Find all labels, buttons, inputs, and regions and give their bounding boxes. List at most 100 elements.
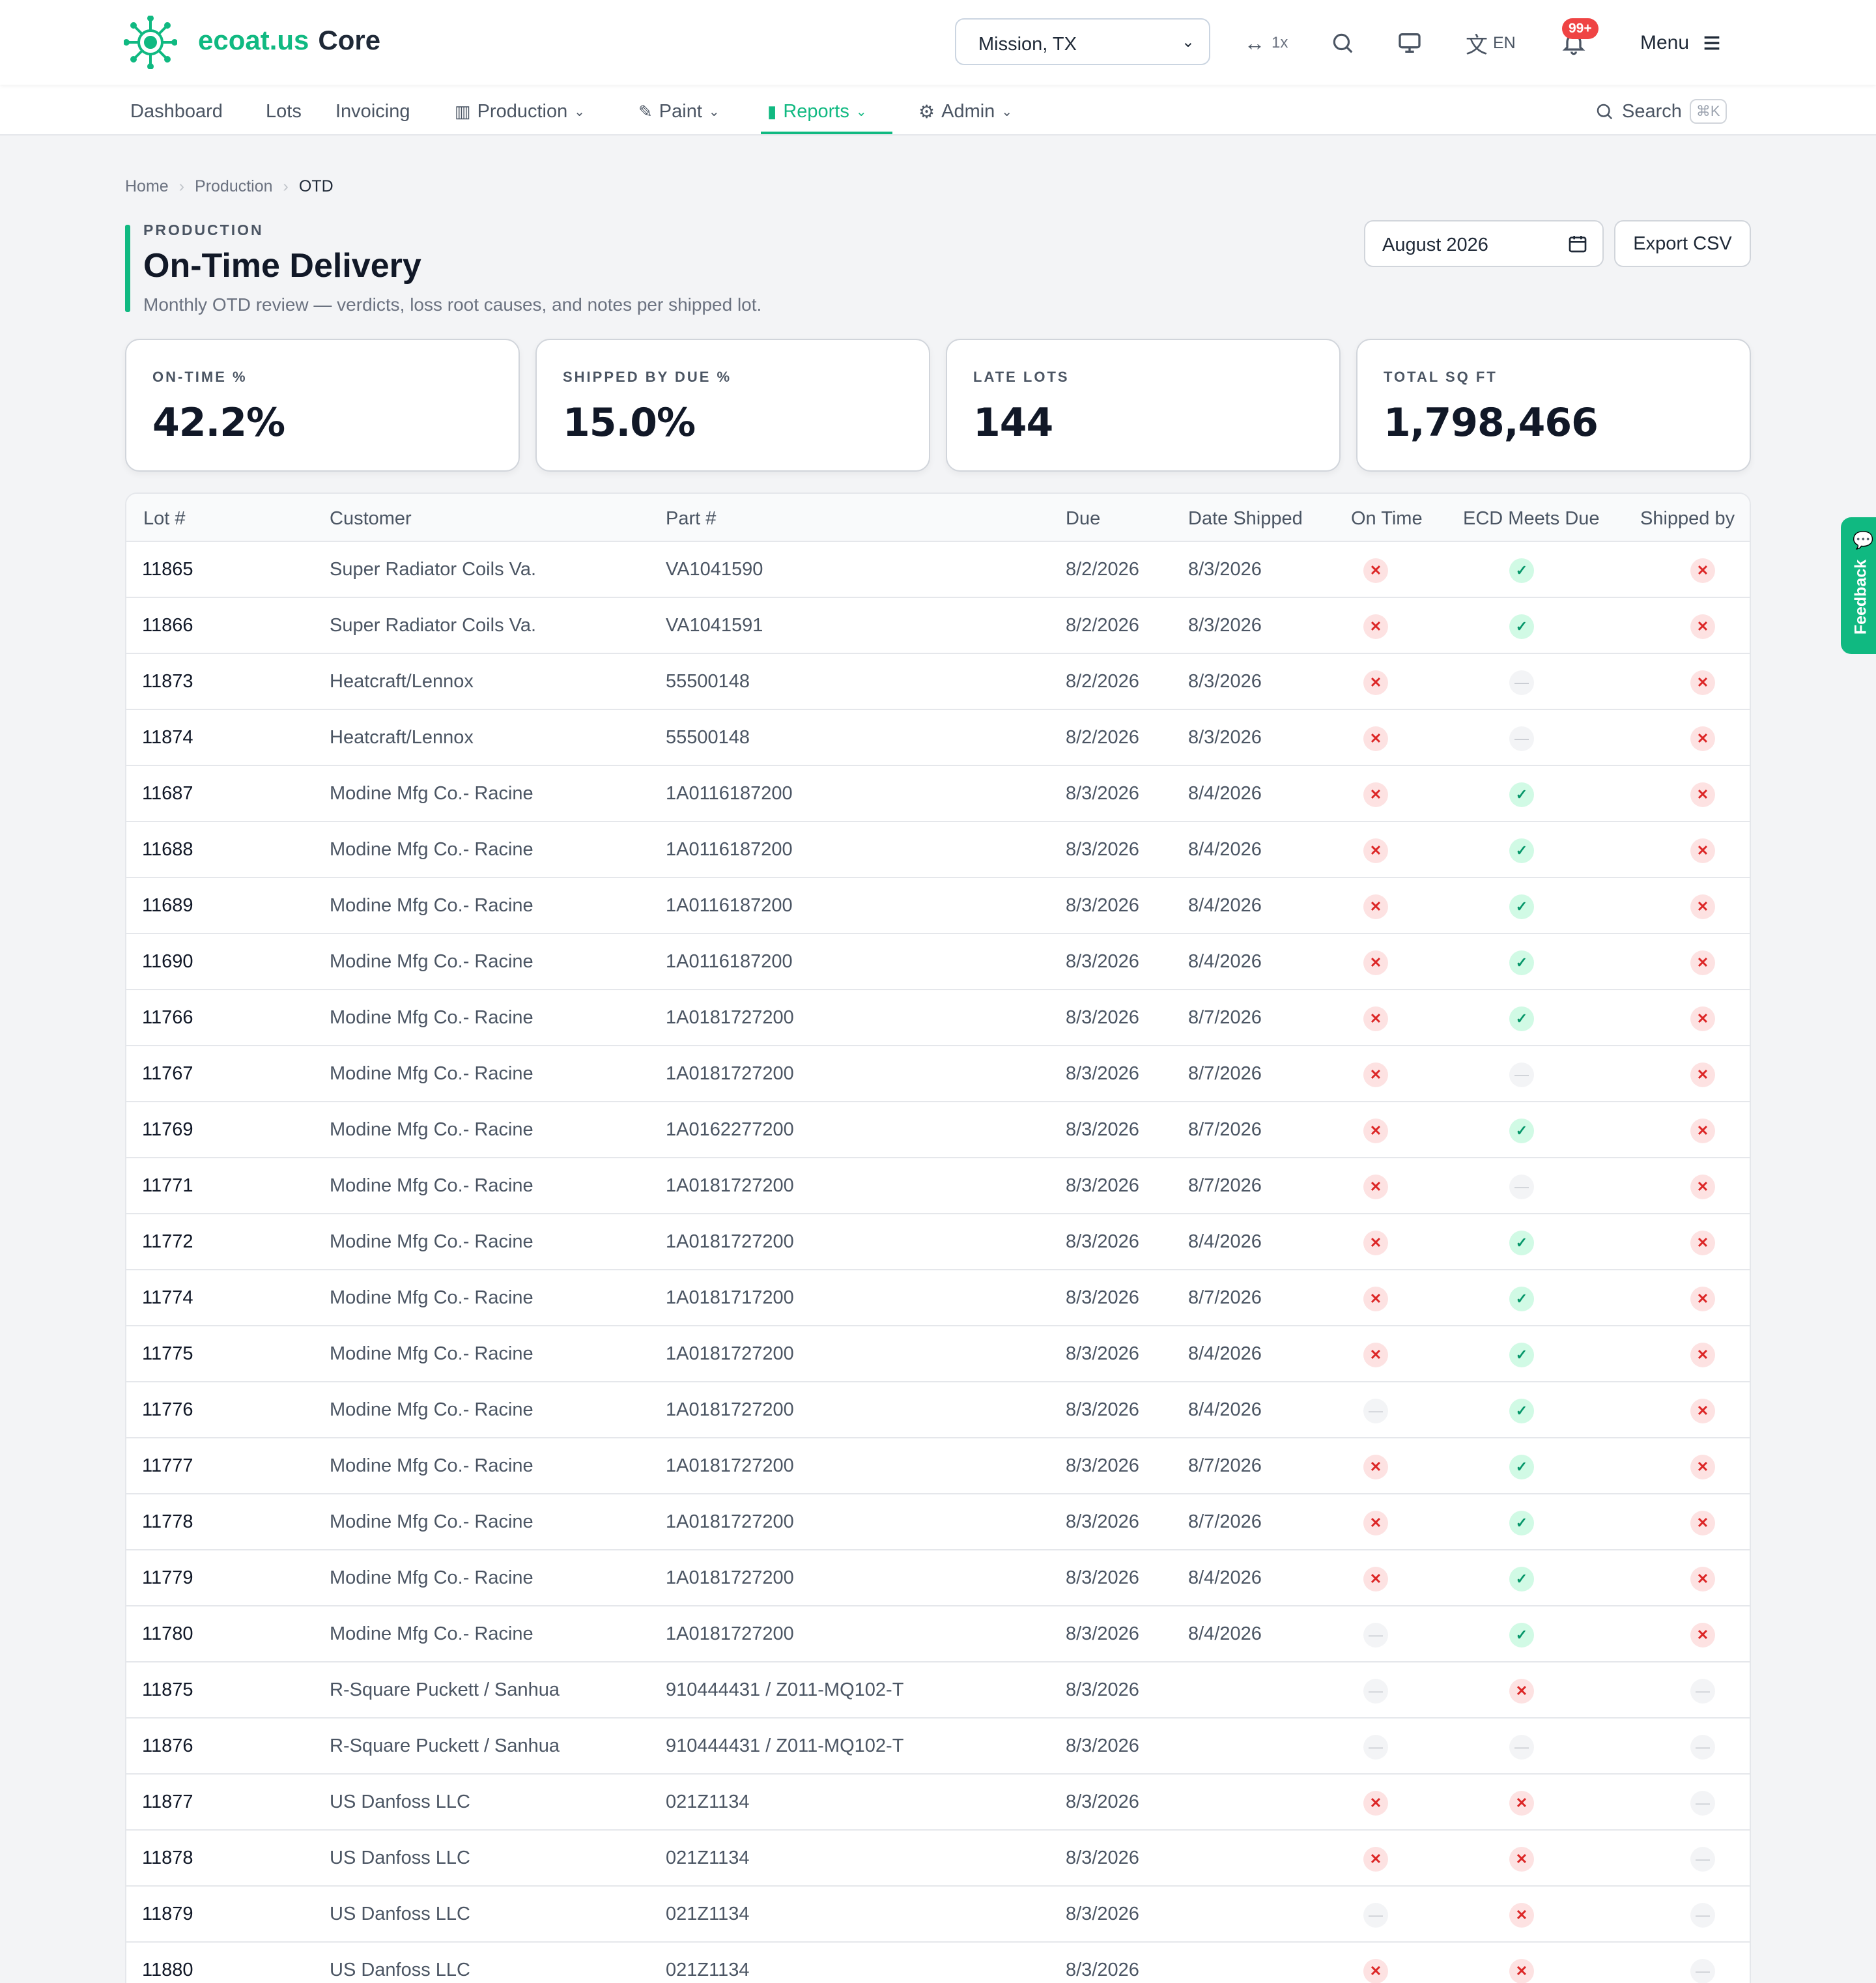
table-row[interactable]: 11865 Super Radiator Coils Va. VA1041590 8/… xyxy=(126,542,1750,598)
column-header-ecd-meets-due[interactable]: ECD Meets Due xyxy=(1463,508,1600,530)
column-header-part[interactable]: Part # xyxy=(666,508,716,530)
table-row[interactable]: 11778 Modine Mfg Co.- Racine 1A0181727200 8… xyxy=(126,1494,1750,1550)
column-header-lot[interactable]: Lot # xyxy=(143,508,186,530)
check-mark-icon: ✓ xyxy=(1509,1623,1534,1648)
nav-item-production[interactable]: ▥ Production ⌄ xyxy=(455,91,585,132)
feedback-tab[interactable]: 💬 Feedback xyxy=(1841,517,1876,654)
otd-table: Lot # Customer Part # Due Date Shipped O… xyxy=(125,492,1751,1983)
nav-item-dashboard[interactable]: Dashboard xyxy=(130,91,223,132)
dash-icon: — xyxy=(1690,1735,1715,1760)
table-row[interactable]: 11780 Modine Mfg Co.- Racine 1A0181727200 8… xyxy=(126,1606,1750,1662)
month-picker[interactable]: August 2026 xyxy=(1364,220,1604,267)
table-row[interactable]: 11777 Modine Mfg Co.- Racine 1A0181727200 8… xyxy=(126,1438,1750,1494)
lot-cell: 11877 xyxy=(142,1791,193,1812)
dash-icon: — xyxy=(1509,1063,1534,1087)
table-row[interactable]: 11873 Heatcraft/Lennox 55500148 8/2/2026 8/3… xyxy=(126,654,1750,710)
x-mark-icon: ✕ xyxy=(1690,1006,1715,1031)
menu-button[interactable]: Menu xyxy=(1640,25,1723,61)
table-row[interactable]: 11775 Modine Mfg Co.- Racine 1A0181727200 8… xyxy=(126,1326,1750,1382)
shipped-cell: 8/4/2026 xyxy=(1188,951,1262,972)
active-tab-indicator xyxy=(761,132,892,134)
nav-item-reports[interactable]: ▮ Reports ⌄ xyxy=(767,91,867,132)
table-row[interactable]: 11878 US Danfoss LLC 021Z1134 8/3/2026 ✕ ✕ — xyxy=(126,1831,1750,1887)
nav-search-label: Search xyxy=(1622,100,1682,122)
customer-cell: Modine Mfg Co.- Racine xyxy=(330,1231,533,1252)
lot-cell: 11878 xyxy=(142,1847,193,1868)
search-icon-button[interactable] xyxy=(1330,25,1355,61)
table-row[interactable]: 11767 Modine Mfg Co.- Racine 1A0181727200 8… xyxy=(126,1046,1750,1102)
table-row[interactable]: 11766 Modine Mfg Co.- Racine 1A0181727200 8… xyxy=(126,990,1750,1046)
table-row[interactable]: 11879 US Danfoss LLC 021Z1134 8/3/2026 — ✕ — xyxy=(126,1887,1750,1943)
table-row[interactable]: 11688 Modine Mfg Co.- Racine 1A0116187200 8… xyxy=(126,822,1750,878)
column-header-due[interactable]: Due xyxy=(1066,508,1100,530)
check-mark-icon: ✓ xyxy=(1509,614,1534,639)
month-value: August 2026 xyxy=(1382,235,1488,255)
lot-cell: 11774 xyxy=(142,1287,193,1308)
lot-cell: 11690 xyxy=(142,951,193,972)
x-mark-icon: ✕ xyxy=(1363,726,1388,751)
shipped-cell: 8/7/2026 xyxy=(1188,1455,1262,1476)
table-row[interactable]: 11772 Modine Mfg Co.- Racine 1A0181727200 8… xyxy=(126,1214,1750,1270)
nav-item-admin[interactable]: ⚙ Admin ⌄ xyxy=(918,91,1012,132)
table-row[interactable]: 11776 Modine Mfg Co.- Racine 1A0181727200 8… xyxy=(126,1382,1750,1438)
location-select[interactable]: Mission, TX ⌄ xyxy=(955,18,1210,65)
virus-gear-logo-icon[interactable] xyxy=(124,16,177,69)
chevron-down-icon: ⌄ xyxy=(1001,104,1013,119)
chevron-right-icon: › xyxy=(283,177,289,195)
export-csv-button[interactable]: Export CSV xyxy=(1614,220,1751,267)
table-row[interactable]: 11687 Modine Mfg Co.- Racine 1A0116187200 8… xyxy=(126,766,1750,822)
table-row[interactable]: 11875 R-Square Puckett / Sanhua 910444431 … xyxy=(126,1662,1750,1719)
nav-item-paint[interactable]: ✎ Paint ⌄ xyxy=(638,91,720,132)
part-cell: 1A0181727200 xyxy=(666,1511,794,1532)
dash-icon: — xyxy=(1509,1175,1534,1199)
shipped-cell: 8/7/2026 xyxy=(1188,1007,1262,1028)
due-cell: 8/3/2026 xyxy=(1066,1287,1139,1308)
brand-name[interactable]: ecoat.us Core xyxy=(198,25,380,56)
table-row[interactable]: 11876 R-Square Puckett / Sanhua 910444431 … xyxy=(126,1719,1750,1775)
column-header-shipped-by[interactable]: Shipped by xyxy=(1640,508,1735,530)
lot-cell: 11766 xyxy=(142,1007,193,1028)
table-row[interactable]: 11866 Super Radiator Coils Va. VA1041591 8/… xyxy=(126,598,1750,654)
x-mark-icon: ✕ xyxy=(1690,1063,1715,1087)
stat-label: SHIPPED BY DUE % xyxy=(563,369,732,385)
table-row[interactable]: 11769 Modine Mfg Co.- Racine 1A0162277200 8… xyxy=(126,1102,1750,1158)
table-row[interactable]: 11880 US Danfoss LLC 021Z1134 8/3/2026 ✕ ✕ — xyxy=(126,1943,1750,1983)
table-row[interactable]: 11874 Heatcraft/Lennox 55500148 8/2/2026 8/3… xyxy=(126,710,1750,766)
x-mark-icon: ✕ xyxy=(1363,1567,1388,1591)
dash-icon: — xyxy=(1509,1735,1534,1760)
chevron-down-icon: ⌄ xyxy=(574,104,585,119)
display-toggle[interactable] xyxy=(1397,25,1423,61)
table-row[interactable]: 11877 US Danfoss LLC 021Z1134 8/3/2026 ✕ ✕ — xyxy=(126,1775,1750,1831)
table-row[interactable]: 11689 Modine Mfg Co.- Racine 1A0116187200 8… xyxy=(126,878,1750,934)
x-mark-icon: ✕ xyxy=(1363,1791,1388,1816)
breadcrumb-home[interactable]: Home xyxy=(125,177,169,196)
lot-cell: 11865 xyxy=(142,559,193,580)
lot-cell: 11771 xyxy=(142,1175,193,1196)
table-row[interactable]: 11771 Modine Mfg Co.- Racine 1A0181727200 8… xyxy=(126,1158,1750,1214)
x-mark-icon: ✕ xyxy=(1363,1511,1388,1535)
due-cell: 8/3/2026 xyxy=(1066,1567,1139,1588)
column-header-customer[interactable]: Customer xyxy=(330,508,412,530)
zoom-toggle[interactable]: ↔ 1x xyxy=(1244,25,1288,61)
shipped-cell: 8/4/2026 xyxy=(1188,1343,1262,1364)
main-nav: Dashboard Lots Invoicing ▥ Production ⌄ … xyxy=(0,85,1876,136)
shipped-cell: 8/4/2026 xyxy=(1188,1399,1262,1420)
breadcrumb-production[interactable]: Production xyxy=(195,177,273,196)
x-mark-icon: ✕ xyxy=(1509,1847,1534,1872)
stat-value: 42.2% xyxy=(152,400,285,446)
shipped-cell: 8/4/2026 xyxy=(1188,1231,1262,1252)
brand-rest: Core xyxy=(318,25,381,55)
nav-item-invoicing[interactable]: Invoicing xyxy=(335,91,410,132)
x-mark-icon: ✕ xyxy=(1363,1343,1388,1367)
table-row[interactable]: 11779 Modine Mfg Co.- Racine 1A0181727200 8… xyxy=(126,1550,1750,1606)
table-row[interactable]: 11690 Modine Mfg Co.- Racine 1A0116187200 8… xyxy=(126,934,1750,990)
language-switcher[interactable]: 文 EN xyxy=(1466,25,1516,61)
table-row[interactable]: 11774 Modine Mfg Co.- Racine 1A0181717200 8… xyxy=(126,1270,1750,1326)
column-header-date-shipped[interactable]: Date Shipped xyxy=(1188,508,1303,530)
x-mark-icon: ✕ xyxy=(1690,614,1715,639)
nav-search-button[interactable]: Search ⌘K xyxy=(1595,91,1727,132)
column-header-on-time[interactable]: On Time xyxy=(1351,508,1423,530)
nav-item-lots[interactable]: Lots xyxy=(266,91,302,132)
page-eyebrow: PRODUCTION xyxy=(143,221,264,238)
stat-label: TOTAL SQ FT xyxy=(1384,369,1498,385)
